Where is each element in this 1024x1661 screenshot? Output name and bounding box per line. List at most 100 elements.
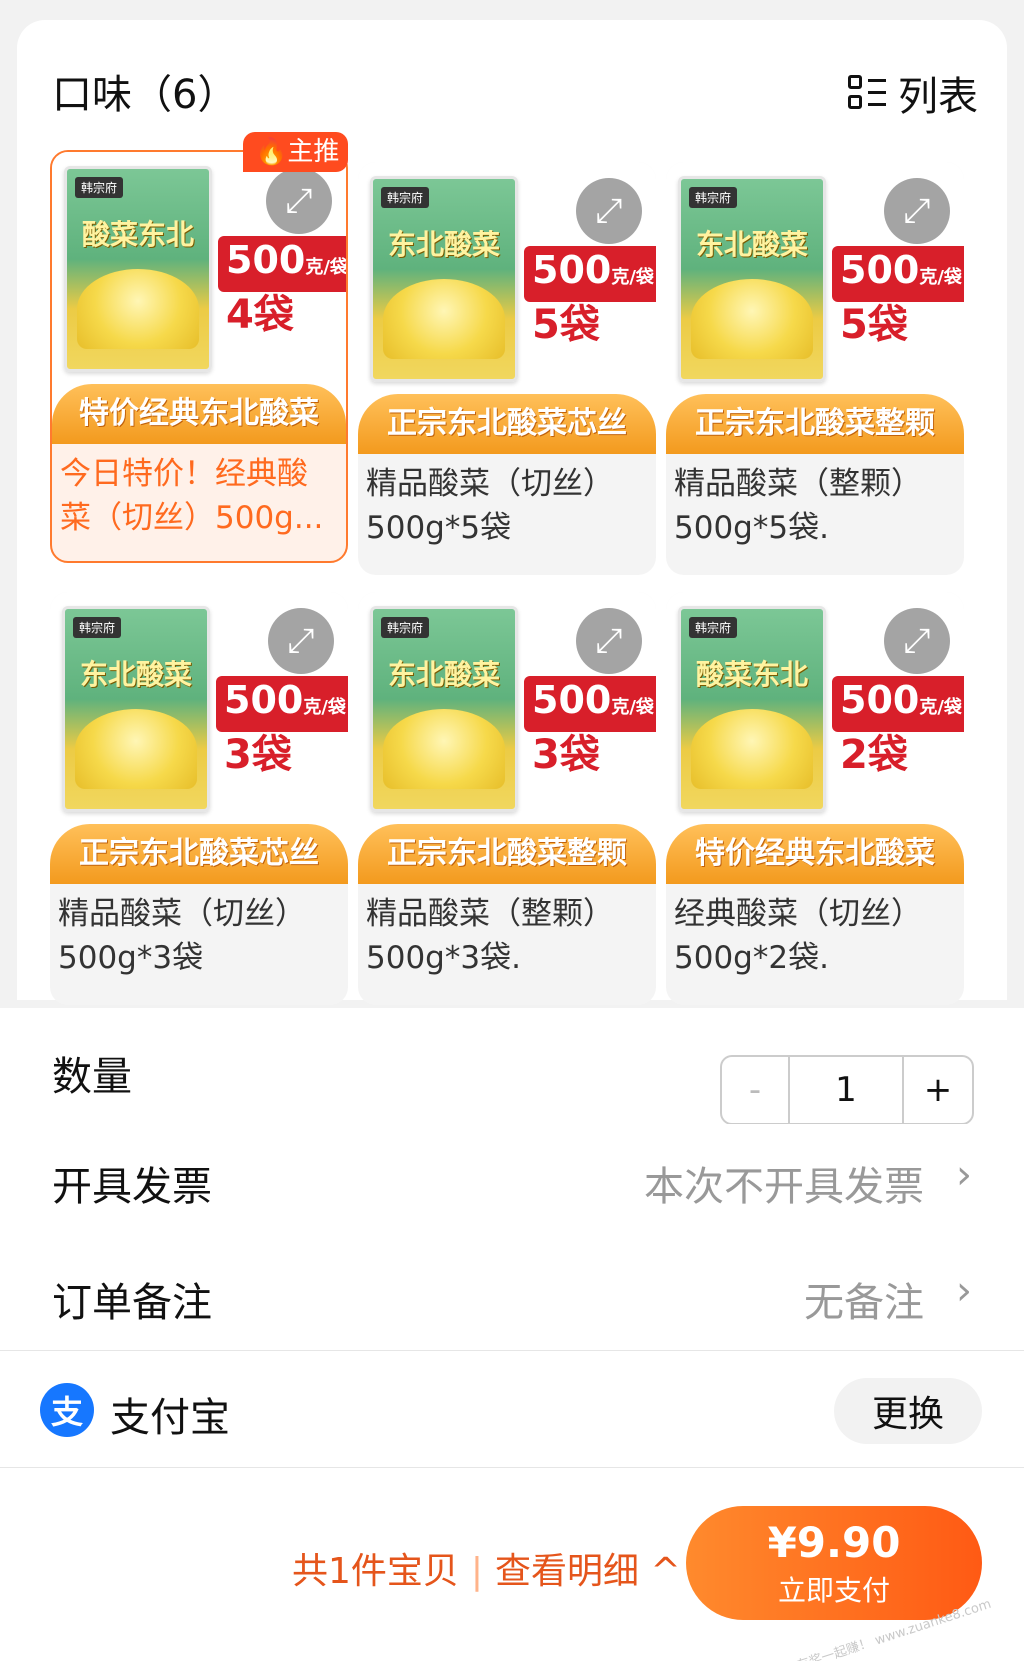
view-details-link[interactable]: 查看明细 (495, 1551, 639, 1592)
increment-button[interactable]: + (904, 1057, 972, 1123)
weight-unit: 克/袋 (303, 697, 346, 718)
package-name: 东北酸菜 (79, 658, 192, 691)
list-view-toggle[interactable]: 列表 (848, 64, 978, 122)
weight-value: 500 (224, 678, 304, 722)
summary-separator: | (470, 1551, 484, 1592)
sauerkraut-bowl (383, 279, 505, 359)
item-count: 共1件宝贝 (292, 1551, 459, 1592)
order-note-label: 订单备注 (52, 1280, 212, 1326)
package-brand: 韩宗府 (75, 177, 124, 198)
weight-value: 500 (532, 678, 612, 722)
featured-badge: 🔥主推 (243, 132, 348, 172)
product-banner: 正宗东北酸菜芯丝 (358, 394, 656, 454)
product-image: 韩宗府 东北酸菜 500克/袋 3袋 ⤢ 正宗东北酸菜整颗 (358, 592, 656, 884)
weight-value: 500 (840, 248, 920, 292)
package-name: 东北酸菜 (695, 228, 808, 261)
pay-now-label: 立即支付 (777, 1574, 890, 1607)
expand-icon[interactable]: ⤢ (884, 608, 950, 674)
pay-now-button[interactable]: ¥9.90 立即支付 (686, 1506, 982, 1620)
total-price: ¥9.90 (767, 1518, 901, 1567)
product-option-card[interactable]: 韩宗府 东北酸菜 500克/袋 5袋 ⤢ 正宗东北酸菜芯丝 精品酸菜（切丝）50… (358, 162, 656, 575)
product-option-card[interactable]: 韩宗府 东北酸菜 500克/袋 5袋 ⤢ 正宗东北酸菜整颗 精品酸菜（整颗）50… (666, 162, 964, 575)
package-graphic: 韩宗府 东北酸菜 (62, 606, 210, 812)
weight-unit: 克/袋 (305, 257, 346, 278)
order-summary: 共1件宝贝 | 查看明细 ^ (292, 1542, 681, 1594)
product-image: 韩宗府 东北酸菜 500克/袋 5袋 ⤢ 正宗东北酸菜芯丝 (358, 162, 656, 454)
invoice-value: 本次不开具发票 (644, 1164, 924, 1210)
product-banner: 特价经典东北酸菜 (52, 384, 346, 444)
bag-count: 2袋 (840, 732, 908, 778)
product-description: 精品酸菜（切丝）500g*5袋 (366, 466, 614, 546)
alipay-icon: 支 (40, 1383, 94, 1437)
package-name: 东北酸菜 (387, 658, 500, 691)
quantity-value[interactable]: 1 (790, 1057, 904, 1123)
quantity-stepper: - 1 + (720, 1055, 974, 1125)
expand-icon[interactable]: ⤢ (576, 608, 642, 674)
order-note-value: 无备注 (804, 1280, 924, 1326)
bag-count: 3袋 (532, 732, 600, 778)
product-option-card[interactable]: 韩宗府 酸菜东北 500克/袋 4袋 ⤢ 特价经典东北酸菜 今日特价！经典酸菜（… (50, 150, 348, 563)
bag-count: 4袋 (226, 292, 294, 338)
package-name: 酸菜东北 (81, 218, 194, 251)
package-graphic: 韩宗府 东北酸菜 (678, 176, 826, 382)
bag-count: 5袋 (840, 302, 908, 348)
product-image: 韩宗府 东北酸菜 500克/袋 3袋 ⤢ 正宗东北酸菜芯丝 (50, 592, 348, 884)
weight-unit: 克/袋 (919, 267, 962, 288)
weight-value: 500 (226, 238, 306, 282)
product-description: 精品酸菜（切丝）500g*3袋 (58, 896, 306, 976)
sauerkraut-bowl (383, 709, 505, 789)
expand-icon[interactable]: ⤢ (576, 178, 642, 244)
sauerkraut-bowl (691, 279, 813, 359)
sauerkraut-bowl (77, 269, 199, 349)
chevron-right-icon: › (956, 1152, 972, 1198)
invoice-label: 开具发票 (52, 1164, 212, 1210)
change-payment-button[interactable]: 更换 (834, 1378, 982, 1444)
package-graphic: 韩宗府 酸菜东北 (64, 166, 212, 372)
product-option-card[interactable]: 韩宗府 东北酸菜 500克/袋 3袋 ⤢ 正宗东北酸菜芯丝 精品酸菜（切丝）50… (50, 592, 348, 1005)
chevron-up-icon[interactable]: ^ (651, 1551, 681, 1592)
weight-unit: 克/袋 (919, 697, 962, 718)
product-banner: 正宗东北酸菜整颗 (358, 824, 656, 884)
weight-value: 500 (840, 678, 920, 722)
product-description: 精品酸菜（整颗）500g*5袋. (674, 466, 922, 546)
package-graphic: 韩宗府 东北酸菜 (370, 176, 518, 382)
package-graphic: 韩宗府 东北酸菜 (370, 606, 518, 812)
package-brand: 韩宗府 (73, 617, 122, 638)
expand-icon[interactable]: ⤢ (266, 168, 332, 234)
bag-count: 5袋 (532, 302, 600, 348)
product-description: 精品酸菜（整颗）500g*3袋. (366, 896, 614, 976)
product-image: 韩宗府 酸菜东北 500克/袋 2袋 ⤢ 特价经典东北酸菜 (666, 592, 964, 884)
product-option-card[interactable]: 韩宗府 东北酸菜 500克/袋 3袋 ⤢ 正宗东北酸菜整颗 精品酸菜（整颗）50… (358, 592, 656, 1005)
weight-unit: 克/袋 (611, 697, 654, 718)
product-image: 韩宗府 酸菜东北 500克/袋 4袋 ⤢ 特价经典东北酸菜 (52, 152, 346, 444)
decrement-button[interactable]: - (722, 1057, 790, 1123)
invoice-row[interactable]: 开具发票 本次不开具发票 › (0, 1124, 1024, 1240)
list-label: 列表 (898, 74, 978, 120)
product-description: 经典酸菜（切丝）500g*2袋. (674, 896, 922, 976)
payment-method-row: 支 支付宝 更换 (0, 1350, 1024, 1468)
product-banner: 特价经典东北酸菜 (666, 824, 964, 884)
weight-value: 500 (532, 248, 612, 292)
order-note-row[interactable]: 订单备注 无备注 › (0, 1240, 1024, 1356)
flavor-title: 口味（6） (52, 72, 238, 118)
weight-unit: 克/袋 (611, 267, 654, 288)
sauerkraut-bowl (75, 709, 197, 789)
package-brand: 韩宗府 (689, 617, 738, 638)
package-graphic: 韩宗府 酸菜东北 (678, 606, 826, 812)
product-banner: 正宗东北酸菜整颗 (666, 394, 964, 454)
package-brand: 韩宗府 (689, 187, 738, 208)
checkout-footer: 共1件宝贝 | 查看明细 ^ ¥9.90 立即支付 赚客吧，有奖一起赚！ www.z… (0, 1468, 1024, 1661)
sauerkraut-bowl (691, 709, 813, 789)
package-name: 酸菜东北 (695, 658, 808, 691)
package-name: 东北酸菜 (387, 228, 500, 261)
product-option-card[interactable]: 韩宗府 酸菜东北 500克/袋 2袋 ⤢ 特价经典东北酸菜 经典酸菜（切丝）50… (666, 592, 964, 1005)
package-brand: 韩宗府 (381, 187, 430, 208)
product-description: 今日特价！经典酸菜（切丝）500g... (60, 456, 324, 536)
expand-icon[interactable]: ⤢ (884, 178, 950, 244)
quantity-label: 数量 (52, 1054, 132, 1100)
product-banner: 正宗东北酸菜芯丝 (50, 824, 348, 884)
list-icon (848, 73, 886, 113)
chevron-right-icon: › (956, 1268, 972, 1314)
product-image: 韩宗府 东北酸菜 500克/袋 5袋 ⤢ 正宗东北酸菜整颗 (666, 162, 964, 454)
expand-icon[interactable]: ⤢ (268, 608, 334, 674)
